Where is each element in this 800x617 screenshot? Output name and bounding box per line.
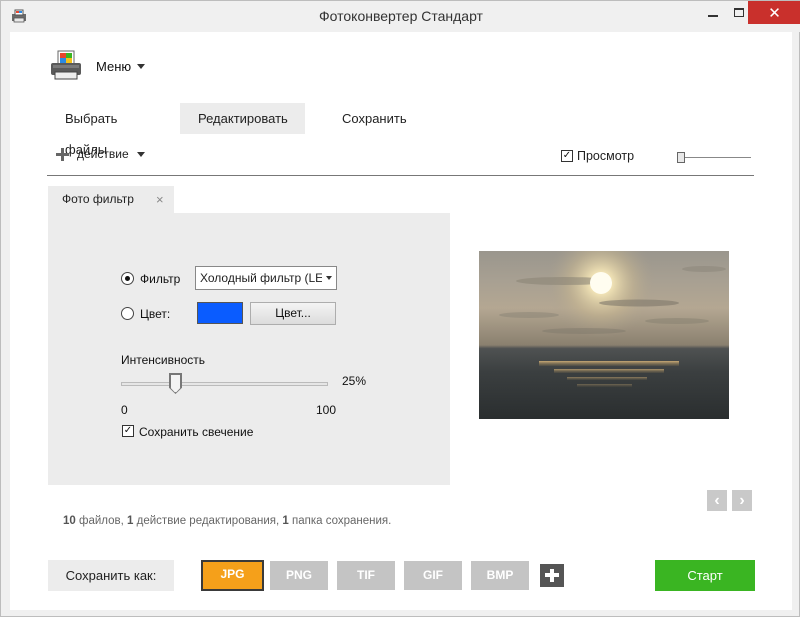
filter-radio-label: Фильтр xyxy=(140,272,181,286)
color-swatch[interactable] xyxy=(197,302,243,324)
photo-filter-tab-label: Фото фильтр xyxy=(62,192,134,206)
close-icon: ✕ xyxy=(768,4,781,22)
maximize-icon xyxy=(734,8,744,17)
add-format-button[interactable] xyxy=(540,564,564,587)
add-action-label: действие xyxy=(77,147,129,161)
chevron-down-icon xyxy=(322,267,336,289)
color-radio-label: Цвет: xyxy=(140,307,171,321)
minimize-icon xyxy=(708,14,718,17)
color-radio[interactable] xyxy=(121,307,134,320)
preview-image xyxy=(479,251,729,419)
close-button[interactable]: ✕ xyxy=(748,1,800,24)
start-button[interactable]: Старт xyxy=(655,560,755,591)
previous-image-button[interactable]: ‹ xyxy=(707,490,727,511)
format-jpg-button[interactable]: JPG xyxy=(201,560,264,591)
format-bmp-button[interactable]: BMP xyxy=(471,561,529,590)
tab-edit[interactable]: Редактировать xyxy=(180,103,305,134)
close-icon[interactable]: × xyxy=(156,186,164,213)
photo-filter-panel: Фильтр Холодный фильтр (LE Цвет: Цвет...… xyxy=(48,213,450,485)
add-action-button[interactable]: действие xyxy=(56,147,145,161)
chevron-down-icon xyxy=(137,64,146,69)
format-png-button[interactable]: PNG xyxy=(270,561,328,590)
format-gif-button[interactable]: GIF xyxy=(404,561,462,590)
next-image-button[interactable]: › xyxy=(732,490,752,511)
title-bar: Фотоконвертер Стандарт ✕ xyxy=(1,1,800,32)
intensity-slider-track[interactable] xyxy=(121,382,328,386)
intensity-value: 25% xyxy=(342,374,367,388)
tab-select-files[interactable]: Выбрать файлы xyxy=(48,103,180,157)
main-menu-button[interactable]: Меню xyxy=(96,59,146,74)
keep-glow-label: Сохранить свечение xyxy=(139,425,254,439)
plus-icon xyxy=(56,147,69,161)
filter-select[interactable]: Холодный фильтр (LE xyxy=(195,266,337,290)
filter-radio[interactable] xyxy=(121,272,134,285)
intensity-min-label: 0 xyxy=(121,403,128,417)
chevron-down-icon xyxy=(136,151,145,157)
client-area: Меню Выбрать файлы Редактировать Сохрани… xyxy=(10,32,792,610)
tab-save[interactable]: Сохранить xyxy=(305,103,438,134)
intensity-label: Интенсивность xyxy=(121,353,206,367)
files-count: 10 xyxy=(63,515,76,527)
filter-select-value: Холодный фильтр (LE xyxy=(200,271,324,285)
save-as-label: Сохранить как: xyxy=(48,560,174,591)
window-title: Фотоконвертер Стандарт xyxy=(319,8,483,24)
photo-printer-logo-icon xyxy=(51,50,81,80)
intensity-max-label: 100 xyxy=(316,403,337,417)
app-window: Фотоконвертер Стандарт ✕ Меню Выбрать фа… xyxy=(0,0,800,617)
choose-color-button[interactable]: Цвет... xyxy=(250,302,336,325)
folders-text: папка сохранения. xyxy=(292,515,392,527)
zoom-slider-thumb[interactable] xyxy=(677,152,685,163)
zoom-slider-track[interactable] xyxy=(678,157,751,158)
files-text: файлов, xyxy=(79,515,124,527)
format-tif-button[interactable]: TIF xyxy=(337,561,395,590)
status-summary: 10 файлов, 1 действие редактирования, 1 … xyxy=(63,515,391,527)
preview-checkbox[interactable]: ✓ xyxy=(561,150,573,162)
preview-toggle[interactable]: ✓ Просмотр xyxy=(561,149,634,163)
keep-glow-checkbox[interactable]: ✓ xyxy=(122,425,134,437)
preview-label: Просмотр xyxy=(577,149,635,163)
tab-photo-filter[interactable]: Фото фильтр × xyxy=(48,186,174,213)
chevron-left-icon: ‹ xyxy=(714,492,720,509)
menu-label: Меню xyxy=(96,59,132,74)
main-tabs: Выбрать файлы Редактировать Сохранить xyxy=(48,103,438,157)
chevron-right-icon: › xyxy=(739,492,745,509)
sunset-over-sea-photo xyxy=(479,251,729,419)
actions-text: действие редактирования, xyxy=(136,515,280,527)
folders-count: 1 xyxy=(282,515,289,527)
actions-count: 1 xyxy=(127,515,134,527)
toolbar-divider xyxy=(47,175,754,176)
